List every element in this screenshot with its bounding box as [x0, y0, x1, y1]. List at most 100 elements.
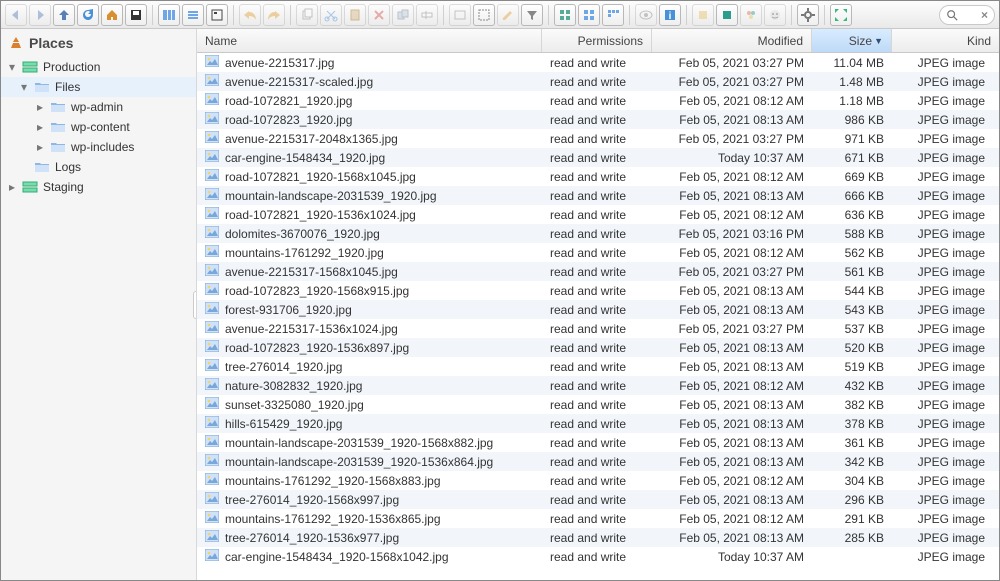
- col-name[interactable]: Name: [197, 29, 542, 52]
- tree-node-production[interactable]: ▾Production: [1, 57, 196, 77]
- redo-button[interactable]: [263, 4, 285, 26]
- file-row[interactable]: hills-615429_1920.jpgread and writeFeb 0…: [197, 414, 999, 433]
- cell-name: mountain-landscape-2031539_1920-1536x864…: [197, 454, 542, 469]
- file-row[interactable]: car-engine-1548434_1920.jpgread and writ…: [197, 148, 999, 167]
- file-row[interactable]: mountains-1761292_1920.jpgread and write…: [197, 243, 999, 262]
- cell-size: 291 KB: [812, 512, 892, 526]
- image-file-icon: [205, 416, 219, 431]
- file-row[interactable]: mountains-1761292_1920-1568x883.jpgread …: [197, 471, 999, 490]
- duplicate-button[interactable]: [392, 4, 414, 26]
- col-kind[interactable]: Kind: [892, 29, 999, 52]
- cell-modified: Feb 05, 2021 08:13 AM: [652, 398, 812, 412]
- file-row[interactable]: road-1072823_1920-1536x897.jpgread and w…: [197, 338, 999, 357]
- cell-modified: Feb 05, 2021 08:13 AM: [652, 360, 812, 374]
- tree-node-files[interactable]: ▾Files: [1, 77, 196, 97]
- search-box[interactable]: ×: [939, 5, 995, 25]
- disclosure-icon[interactable]: ▾: [7, 60, 17, 74]
- grid1-button[interactable]: [554, 4, 576, 26]
- cell-modified: Feb 05, 2021 08:13 AM: [652, 303, 812, 317]
- tree-node-staging[interactable]: ▸Staging: [1, 177, 196, 197]
- edit-button[interactable]: [497, 4, 519, 26]
- file-row[interactable]: avenue-2215317-scaled.jpgread and writeF…: [197, 72, 999, 91]
- forward-button[interactable]: [29, 4, 51, 26]
- tree-node-wp-admin[interactable]: ▸wp-admin: [1, 97, 196, 117]
- filter-button[interactable]: [521, 4, 543, 26]
- back-button[interactable]: [5, 4, 27, 26]
- cell-size: 543 KB: [812, 303, 892, 317]
- file-row[interactable]: road-1072821_1920-1536x1024.jpgread and …: [197, 205, 999, 224]
- grid2-button[interactable]: [578, 4, 600, 26]
- cell-modified: Feb 05, 2021 08:13 AM: [652, 284, 812, 298]
- cell-modified: Feb 05, 2021 08:13 AM: [652, 113, 812, 127]
- cell-name: avenue-2215317.jpg: [197, 55, 542, 70]
- sidebar-resize-handle[interactable]: [193, 291, 197, 319]
- cell-permissions: read and write: [542, 284, 652, 298]
- cell-permissions: read and write: [542, 113, 652, 127]
- fullscreen-button[interactable]: [830, 4, 852, 26]
- undo-button[interactable]: [239, 4, 261, 26]
- file-row[interactable]: road-1072823_1920-1568x915.jpgread and w…: [197, 281, 999, 300]
- disclosure-icon[interactable]: ▾: [19, 80, 29, 94]
- tag1-button[interactable]: [692, 4, 714, 26]
- up-button[interactable]: [53, 4, 75, 26]
- cell-name: road-1072821_1920-1536x1024.jpg: [197, 207, 542, 222]
- tree-node-wp-content[interactable]: ▸wp-content: [1, 117, 196, 137]
- file-row[interactable]: car-engine-1548434_1920-1568x1042.jpgrea…: [197, 547, 999, 566]
- file-row[interactable]: mountain-landscape-2031539_1920-1536x864…: [197, 452, 999, 471]
- file-row[interactable]: avenue-2215317-2048x1365.jpgread and wri…: [197, 129, 999, 148]
- view-report-button[interactable]: [206, 4, 228, 26]
- home-button[interactable]: [101, 4, 123, 26]
- copy-button[interactable]: [296, 4, 318, 26]
- col-modified[interactable]: Modified: [652, 29, 812, 52]
- refresh-button[interactable]: [77, 4, 99, 26]
- file-row[interactable]: tree-276014_1920-1568x997.jpgread and wr…: [197, 490, 999, 509]
- rename-button[interactable]: [416, 4, 438, 26]
- file-row[interactable]: avenue-2215317-1536x1024.jpgread and wri…: [197, 319, 999, 338]
- file-row[interactable]: sunset-3325080_1920.jpgread and writeFeb…: [197, 395, 999, 414]
- file-row[interactable]: tree-276014_1920-1536x977.jpgread and wr…: [197, 528, 999, 547]
- disclosure-icon[interactable]: ▸: [35, 120, 45, 134]
- col-size-sorted[interactable]: Size▼: [812, 29, 892, 52]
- select-button[interactable]: [473, 4, 495, 26]
- settings-button[interactable]: [797, 4, 819, 26]
- grid3-button[interactable]: [602, 4, 624, 26]
- cell-permissions: read and write: [542, 189, 652, 203]
- file-row[interactable]: mountains-1761292_1920-1536x865.jpgread …: [197, 509, 999, 528]
- disclosure-icon[interactable]: ▸: [35, 140, 45, 154]
- file-row[interactable]: tree-276014_1920.jpgread and writeFeb 05…: [197, 357, 999, 376]
- file-row[interactable]: forest-931706_1920.jpgread and writeFeb …: [197, 300, 999, 319]
- file-row[interactable]: dolomites-3670076_1920.jpgread and write…: [197, 224, 999, 243]
- cut-button[interactable]: [320, 4, 342, 26]
- tree-node-logs[interactable]: Logs: [1, 157, 196, 177]
- file-rows[interactable]: avenue-2215317.jpgread and writeFeb 05, …: [197, 53, 999, 580]
- tag4-button[interactable]: [764, 4, 786, 26]
- file-row[interactable]: mountain-landscape-2031539_1920-1568x882…: [197, 433, 999, 452]
- paste-button[interactable]: [344, 4, 366, 26]
- tree-node-wp-includes[interactable]: ▸wp-includes: [1, 137, 196, 157]
- file-row[interactable]: road-1072823_1920.jpgread and writeFeb 0…: [197, 110, 999, 129]
- save-button[interactable]: [125, 4, 147, 26]
- cell-modified: Feb 05, 2021 03:27 PM: [652, 56, 812, 70]
- file-row[interactable]: road-1072821_1920.jpgread and writeFeb 0…: [197, 91, 999, 110]
- preview-button[interactable]: [635, 4, 657, 26]
- file-name: dolomites-3670076_1920.jpg: [225, 227, 380, 241]
- sort-desc-icon: ▼: [874, 36, 883, 46]
- tag2-button[interactable]: [716, 4, 738, 26]
- disclosure-icon[interactable]: ▸: [35, 100, 45, 114]
- cell-permissions: read and write: [542, 474, 652, 488]
- view-columns-button[interactable]: [158, 4, 180, 26]
- file-row[interactable]: nature-3082832_1920.jpgread and writeFeb…: [197, 376, 999, 395]
- file-row[interactable]: avenue-2215317.jpgread and writeFeb 05, …: [197, 53, 999, 72]
- info-button[interactable]: i: [659, 4, 681, 26]
- cell-size: 378 KB: [812, 417, 892, 431]
- disclosure-icon[interactable]: ▸: [7, 180, 17, 194]
- delete-button[interactable]: [368, 4, 390, 26]
- quicklook-button[interactable]: [449, 4, 471, 26]
- col-permissions[interactable]: Permissions: [542, 29, 652, 52]
- file-row[interactable]: road-1072821_1920-1568x1045.jpgread and …: [197, 167, 999, 186]
- tag3-button[interactable]: [740, 4, 762, 26]
- view-list-button[interactable]: [182, 4, 204, 26]
- file-row[interactable]: mountain-landscape-2031539_1920.jpgread …: [197, 186, 999, 205]
- file-row[interactable]: avenue-2215317-1568x1045.jpgread and wri…: [197, 262, 999, 281]
- search-clear-icon[interactable]: ×: [981, 8, 988, 22]
